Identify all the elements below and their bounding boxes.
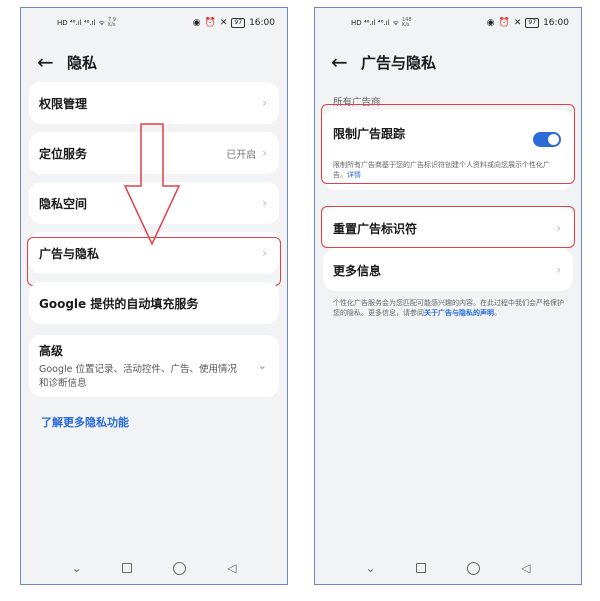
- status-right: ◉ ⏰ ✕ 97 16:00: [487, 18, 569, 28]
- advanced-item[interactable]: 高级 Google 位置记录、活动控件、广告、使用情况和诊断信息 ⌄: [29, 335, 279, 397]
- learn-more-link[interactable]: 了解更多隐私功能: [41, 414, 129, 430]
- highlight-box: [321, 206, 575, 248]
- back-arrow-icon[interactable]: ←: [37, 52, 63, 72]
- location-status: 已开启: [226, 149, 257, 161]
- battery-icon: 97: [231, 18, 246, 28]
- nav-back-icon[interactable]: ◁: [227, 561, 236, 575]
- nav-home-icon[interactable]: [467, 561, 481, 575]
- signal-icons: HD ⁴⁶.ıl ⁴⁶.ıl: [57, 19, 96, 27]
- status-bar: HD ⁴⁶.ıl ⁴⁶.ıl ᯤ 148 K/s ◉ ⏰ ✕ 97 16:00: [315, 8, 581, 38]
- back-arrow-icon[interactable]: ←: [331, 52, 357, 72]
- item-label: 隐私空间: [39, 196, 88, 211]
- status-right: ◉ ⏰ ✕ 97 16:00: [193, 18, 275, 28]
- network-speed: 148 K/s: [401, 17, 412, 28]
- google-autofill-item[interactable]: Google 提供的自动填充服务: [29, 282, 279, 324]
- status-left: HD ⁴⁶.ıl ⁴⁶.ıl ᯤ 7.9 K/s: [57, 18, 116, 28]
- page-title: 隐私: [67, 53, 98, 72]
- down-arrow-annotation: [123, 123, 181, 246]
- signal-icons: HD ⁴⁶.ıl ⁴⁶.ıl: [351, 19, 390, 27]
- chevron-right-icon: ›: [556, 263, 561, 277]
- nav-down-icon[interactable]: ⌄: [365, 561, 375, 575]
- chevron-down-icon: ⌄: [257, 359, 267, 372]
- nav-recents-icon[interactable]: [122, 563, 133, 573]
- phone-screen-privacy: HD ⁴⁶.ıl ⁴⁶.ıl ᯤ 7.9 K/s ◉ ⏰ ✕ 97 16:00 …: [20, 7, 288, 585]
- chevron-right-icon: ›: [262, 146, 267, 160]
- item-subtitle: Google 位置记录、活动控件、广告、使用情况和诊断信息: [39, 363, 238, 389]
- navigation-bar: ⌄ ◁: [21, 552, 287, 584]
- more-info-item[interactable]: 更多信息 ›: [323, 249, 573, 291]
- item-label: 更多信息: [333, 263, 382, 278]
- highlight-box: [321, 104, 575, 184]
- status-left: HD ⁴⁶.ıl ⁴⁶.ıl ᯤ 148 K/s: [351, 18, 412, 28]
- status-bar: HD ⁴⁶.ıl ⁴⁶.ıl ᯤ 7.9 K/s ◉ ⏰ ✕ 97 16:00: [21, 8, 287, 38]
- mute-icon: ✕: [513, 18, 522, 28]
- page-title: 广告与隐私: [361, 53, 437, 72]
- alarm-icon: ⏰: [498, 18, 510, 28]
- eye-icon: ◉: [486, 18, 495, 28]
- nav-home-icon[interactable]: [173, 561, 187, 575]
- item-label: 权限管理: [39, 96, 88, 111]
- phone-screen-ads-privacy: HD ⁴⁶.ıl ⁴⁶.ıl ᯤ 148 K/s ◉ ⏰ ✕ 97 16:00 …: [314, 7, 582, 585]
- footnote: 个性化广告服务会为您匹配可能感兴趣的内容。在此过程中我们会严格保护您的隐私。更多…: [333, 299, 564, 317]
- nav-down-icon[interactable]: ⌄: [71, 561, 81, 575]
- eye-icon: ◉: [192, 18, 201, 28]
- wifi-icon: ᯤ: [98, 18, 105, 27]
- network-speed: 7.9 K/s: [107, 17, 116, 28]
- clock: 16:00: [543, 18, 569, 28]
- item-label: Google 提供的自动填充服务: [39, 296, 199, 311]
- header: ← 广告与隐私: [315, 42, 581, 82]
- privacy-statement-link[interactable]: 关于广告与隐私的声明: [424, 309, 494, 317]
- chevron-right-icon: ›: [262, 196, 267, 210]
- mute-icon: ✕: [219, 18, 228, 28]
- clock: 16:00: [249, 18, 275, 28]
- chevron-right-icon: ›: [262, 96, 267, 110]
- alarm-icon: ⏰: [204, 18, 216, 28]
- item-label: 定位服务: [39, 146, 88, 161]
- wifi-icon: ᯤ: [392, 18, 399, 27]
- nav-recents-icon[interactable]: [416, 563, 427, 573]
- header: ← 隐私: [21, 42, 287, 82]
- battery-icon: 97: [525, 18, 540, 28]
- nav-back-icon[interactable]: ◁: [521, 561, 530, 575]
- permission-management-item[interactable]: 权限管理 ›: [29, 82, 279, 124]
- navigation-bar: ⌄ ◁: [315, 552, 581, 584]
- item-label: 高级: [39, 343, 64, 358]
